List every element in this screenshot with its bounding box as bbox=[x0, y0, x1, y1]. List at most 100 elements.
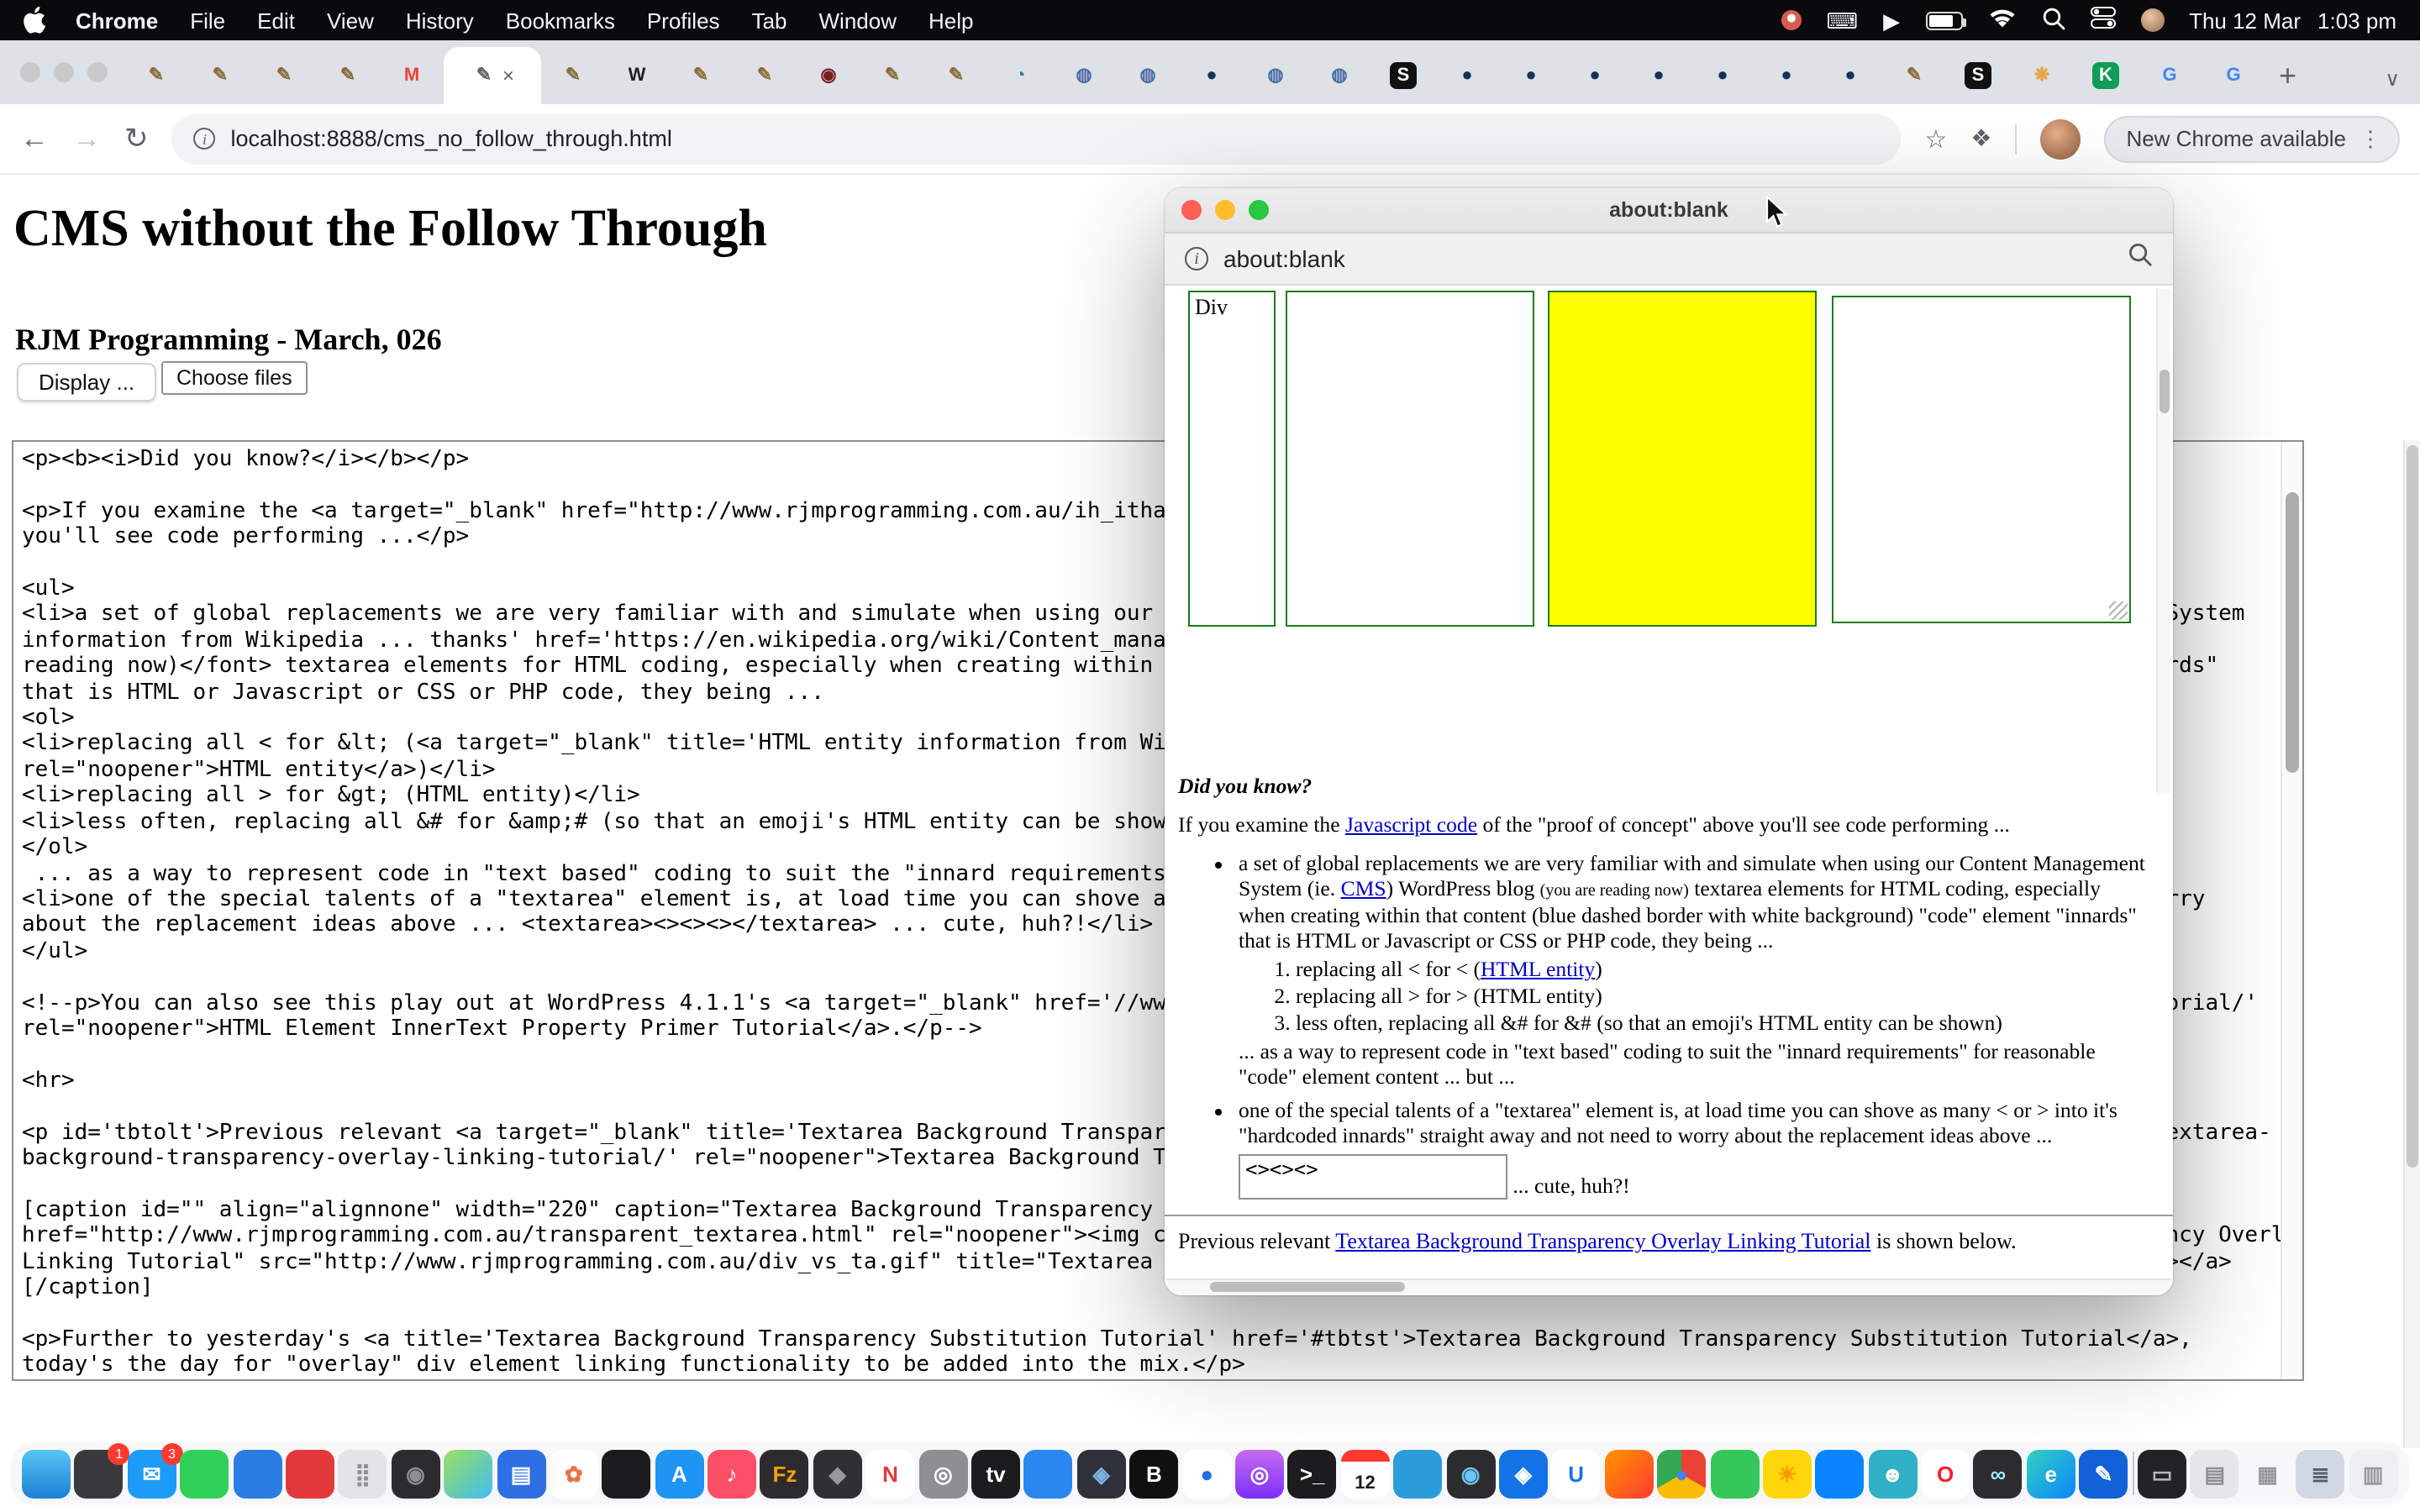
tab-s-2[interactable]: S bbox=[1946, 47, 2010, 104]
window-close-button[interactable] bbox=[20, 62, 40, 82]
menu-profiles[interactable]: Profiles bbox=[647, 8, 720, 33]
menu-edit[interactable]: Edit bbox=[257, 8, 295, 33]
dock-app-teal-1[interactable]: ☻ bbox=[1868, 1449, 1917, 1498]
tab-globe-1[interactable]: ◍ bbox=[1052, 47, 1116, 104]
dock-edge[interactable]: e bbox=[2027, 1449, 2075, 1498]
tab-site-2[interactable]: ● bbox=[1435, 47, 1499, 104]
profile-avatar[interactable] bbox=[2040, 118, 2081, 159]
apple-menu-icon[interactable] bbox=[24, 7, 45, 34]
dock-trash[interactable]: ▥ bbox=[2349, 1449, 2397, 1498]
mini-textarea[interactable]: <><><> bbox=[1239, 1154, 1507, 1200]
dock-app-dark-3[interactable]: ◆ bbox=[813, 1449, 862, 1498]
tutorial-link[interactable]: Textarea Background Transparency Overlay… bbox=[1335, 1228, 1870, 1253]
resize-grip-icon[interactable] bbox=[2109, 601, 2128, 620]
dock-fz[interactable]: Fz bbox=[760, 1449, 809, 1498]
dock-mail[interactable]: ✉ 3 bbox=[128, 1449, 176, 1498]
dock-doc-gray[interactable]: ▤ bbox=[2191, 1449, 2239, 1498]
tab-4[interactable]: ✎ bbox=[316, 47, 380, 104]
dock-bbedit[interactable]: B bbox=[1129, 1449, 1178, 1498]
dock-books[interactable]: ▤ bbox=[497, 1449, 545, 1498]
html-entity-link[interactable]: HTML entity bbox=[1481, 958, 1595, 981]
tab-site-1[interactable]: ● bbox=[1180, 47, 1244, 104]
menu-history[interactable]: History bbox=[406, 8, 474, 33]
tab-6[interactable]: ✎ bbox=[541, 47, 605, 104]
tab-globe-3[interactable]: ◍ bbox=[1244, 47, 1307, 104]
dock-app-blue-4[interactable] bbox=[1816, 1449, 1865, 1498]
browser-menu-kebab-icon[interactable]: ⋮ bbox=[2360, 125, 2381, 152]
menu-window[interactable]: Window bbox=[819, 8, 897, 33]
popup-minimize-button[interactable] bbox=[1215, 200, 1235, 220]
menu-help[interactable]: Help bbox=[929, 8, 974, 33]
dock-finder[interactable] bbox=[22, 1449, 71, 1498]
popup-site-info-icon[interactable]: i bbox=[1185, 247, 1208, 270]
popup-maximize-button[interactable] bbox=[1249, 200, 1269, 220]
status-menu-icon[interactable] bbox=[1781, 10, 1802, 30]
dock-separator[interactable] bbox=[2132, 1452, 2133, 1495]
tab-site-3[interactable]: ● bbox=[1499, 47, 1563, 104]
tab-s-1[interactable]: S bbox=[1371, 47, 1435, 104]
dock-tv[interactable]: tv bbox=[971, 1449, 1020, 1498]
bookmark-star-icon[interactable]: ☆ bbox=[1924, 123, 1947, 154]
menu-tab[interactable]: Tab bbox=[752, 8, 787, 33]
dock-music[interactable]: ♪ bbox=[708, 1449, 756, 1498]
dock-app-blue-3[interactable] bbox=[1393, 1449, 1442, 1498]
extensions-icon[interactable]: ❖ bbox=[1970, 124, 1991, 153]
dock-doc-white[interactable]: ▦ bbox=[2244, 1449, 2292, 1498]
tab-google-2[interactable]: G bbox=[2202, 47, 2265, 104]
popup-horizontal-scrollbar-thumb[interactable] bbox=[1210, 1282, 1405, 1292]
dock-calendar[interactable]: 12 bbox=[1341, 1449, 1390, 1498]
battery-icon[interactable] bbox=[1925, 11, 1962, 29]
tab-8[interactable]: ✎ bbox=[669, 47, 733, 104]
back-button[interactable]: ← bbox=[20, 124, 49, 153]
page-scrollbar[interactable] bbox=[2403, 440, 2420, 1448]
popup-vertical-scrollbar-thumb[interactable] bbox=[2160, 370, 2170, 413]
tab-google-1[interactable]: G bbox=[2138, 47, 2202, 104]
dock-news[interactable]: N bbox=[866, 1449, 915, 1498]
dock-opera[interactable]: O bbox=[1921, 1449, 1970, 1498]
dock-terminal[interactable]: >_ bbox=[1288, 1449, 1337, 1498]
input-source-icon[interactable]: ⌨ bbox=[1827, 9, 1859, 31]
tab-site-6[interactable]: ● bbox=[1691, 47, 1754, 104]
control-center-icon[interactable] bbox=[2090, 7, 2115, 34]
dock-sun[interactable]: ☀ bbox=[1763, 1449, 1812, 1498]
tab-flower[interactable]: ❋ bbox=[2010, 47, 2074, 104]
forward-button[interactable]: → bbox=[72, 124, 101, 153]
tab-wikipedia[interactable]: W bbox=[605, 47, 669, 104]
spotlight-icon[interactable] bbox=[2041, 6, 2065, 34]
tab-site-7[interactable]: ● bbox=[1754, 47, 1818, 104]
tab-3[interactable]: ✎ bbox=[252, 47, 316, 104]
tab-11[interactable]: ✎ bbox=[860, 47, 924, 104]
window-minimize-button[interactable] bbox=[54, 62, 74, 82]
popup-vertical-scrollbar[interactable] bbox=[2156, 289, 2171, 793]
cms-link[interactable]: CMS bbox=[1341, 877, 1386, 900]
tab-12[interactable]: ✎ bbox=[924, 47, 988, 104]
menu-bookmarks[interactable]: Bookmarks bbox=[506, 8, 615, 33]
dock-app-green-2[interactable] bbox=[1710, 1449, 1759, 1498]
dock-app-dark-5[interactable]: ∞ bbox=[1974, 1449, 2023, 1498]
menu-file[interactable]: File bbox=[190, 8, 225, 33]
address-bar[interactable]: i localhost:8888/cms_no_follow_through.h… bbox=[172, 113, 1902, 164]
dock-appstore[interactable]: A bbox=[655, 1449, 703, 1498]
menu-clock[interactable]: Thu 12 Mar1:03 pm bbox=[2189, 8, 2396, 33]
tab-gmail[interactable]: M bbox=[380, 47, 444, 104]
dock-app-blue-2[interactable] bbox=[1024, 1449, 1073, 1498]
tab-k[interactable]: K bbox=[2074, 47, 2138, 104]
dock-compass[interactable]: ◈ bbox=[1499, 1449, 1548, 1498]
tab-close-icon[interactable]: × bbox=[502, 64, 514, 87]
tab-2[interactable]: ✎ bbox=[188, 47, 252, 104]
dock-app-dark-4[interactable]: ◈ bbox=[1077, 1449, 1126, 1498]
textarea-scrollbar-thumb[interactable] bbox=[2286, 492, 2299, 773]
dock-app-dark-2[interactable] bbox=[602, 1449, 651, 1498]
tab-site-5[interactable]: ● bbox=[1627, 47, 1691, 104]
dock-app-blue-1[interactable] bbox=[233, 1449, 281, 1498]
now-playing-icon[interactable]: ▶ bbox=[1883, 9, 1900, 31]
dock-app-white-1[interactable]: ● bbox=[1182, 1449, 1231, 1498]
window-maximize-button[interactable] bbox=[87, 62, 108, 82]
dock-launchpad[interactable]: ⣿ bbox=[339, 1449, 387, 1498]
dock-firefox[interactable] bbox=[1604, 1449, 1653, 1498]
tab-site-4[interactable]: ● bbox=[1563, 47, 1627, 104]
menu-chrome[interactable]: Chrome bbox=[76, 8, 158, 33]
dock-photos[interactable]: ✿ bbox=[550, 1449, 598, 1498]
tab-26[interactable]: ✎ bbox=[1882, 47, 1946, 104]
dock-spyglass[interactable]: ◎ bbox=[918, 1449, 967, 1498]
